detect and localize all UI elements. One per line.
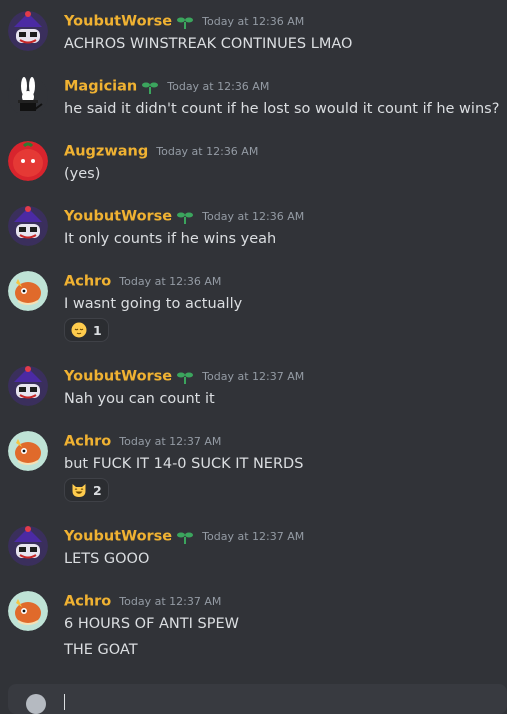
- reaction-relieved[interactable]: 1: [64, 318, 109, 342]
- plus-circle-icon[interactable]: [26, 694, 46, 714]
- avatar-youbutworse[interactable]: [8, 11, 48, 51]
- avatar-youbutworse[interactable]: [8, 526, 48, 566]
- avatar-achro[interactable]: [8, 271, 48, 311]
- avatar-achro[interactable]: [8, 431, 48, 471]
- message-text: LETS GOOO: [64, 551, 150, 567]
- message-text: I wasnt going to actually: [64, 296, 243, 312]
- grinning-cat-face-icon: [72, 484, 86, 497]
- timestamp: Today at 12:36 AM: [167, 80, 270, 93]
- timestamp: Today at 12:37 AM: [202, 530, 305, 543]
- timestamp: Today at 12:37 AM: [119, 595, 222, 608]
- username[interactable]: Achro: [64, 434, 111, 450]
- timestamp: Today at 12:36 AM: [156, 145, 259, 158]
- message-text: ACHROS WINSTREAK CONTINUES LMAO: [64, 36, 353, 52]
- relieved-face-icon: [71, 322, 87, 338]
- timestamp: Today at 12:36 AM: [202, 15, 305, 28]
- avatar-youbutworse[interactable]: [8, 206, 48, 246]
- text-caret: [64, 694, 65, 710]
- reaction-count: 1: [93, 322, 102, 338]
- message-composer[interactable]: [8, 684, 507, 714]
- sprout-icon: [177, 372, 194, 384]
- timestamp: Today at 12:36 AM: [119, 275, 222, 288]
- username[interactable]: Augzwang: [64, 144, 148, 160]
- username[interactable]: Achro: [64, 274, 111, 290]
- message-text: but FUCK IT 14-0 SUCK IT NERDS: [64, 456, 304, 472]
- timestamp: Today at 12:37 AM: [119, 435, 222, 448]
- avatar-youbutworse[interactable]: [8, 366, 48, 406]
- avatar-magician[interactable]: [8, 76, 48, 116]
- message-text: It only counts if he wins yeah: [64, 231, 277, 247]
- sprout-icon: [177, 532, 194, 544]
- timestamp: Today at 12:37 AM: [202, 370, 305, 383]
- timestamp: Today at 12:36 AM: [202, 210, 305, 223]
- username[interactable]: YoubutWorse: [64, 529, 172, 545]
- username[interactable]: Achro: [64, 594, 111, 610]
- message-text: 6 HOURS OF ANTI SPEW: [64, 616, 239, 632]
- username[interactable]: YoubutWorse: [64, 209, 172, 225]
- sprout-icon: [177, 212, 194, 224]
- avatar-achro[interactable]: [8, 591, 48, 631]
- message-text: (yes): [64, 166, 101, 182]
- message-text-line-2: THE GOAT: [64, 642, 138, 658]
- username[interactable]: Magician: [64, 79, 137, 95]
- username[interactable]: YoubutWorse: [64, 14, 172, 30]
- avatar-augzwang[interactable]: [8, 141, 48, 181]
- reaction-count: 2: [93, 482, 102, 498]
- reaction-grinning-cat[interactable]: 2: [64, 478, 109, 502]
- message-text: he said it didn't count if he lost so wo…: [64, 101, 500, 117]
- sprout-icon: [142, 82, 159, 94]
- sprout-icon: [177, 17, 194, 29]
- message-text: Nah you can count it: [64, 391, 215, 407]
- username[interactable]: YoubutWorse: [64, 369, 172, 385]
